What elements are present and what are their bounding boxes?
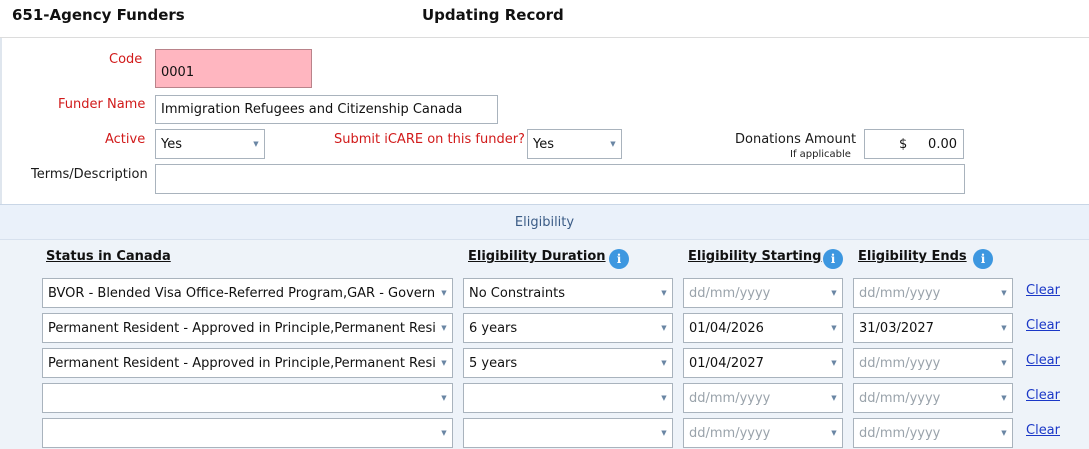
- date-placeholder: dd/mm/yyyy: [859, 390, 941, 406]
- row-5-clear-link[interactable]: Clear: [1026, 423, 1060, 438]
- row-3-clear-link[interactable]: Clear: [1026, 353, 1060, 368]
- chevron-down-icon[interactable]: ▼: [826, 279, 842, 307]
- submit-icare-select[interactable]: Yes ▼: [527, 129, 622, 159]
- row-4-starting-select[interactable]: dd/mm/yyyy ▼: [683, 383, 843, 413]
- chevron-down-icon[interactable]: ▼: [656, 349, 672, 377]
- date-placeholder: dd/mm/yyyy: [859, 425, 941, 441]
- info-icon[interactable]: i: [609, 249, 629, 269]
- date-placeholder: dd/mm/yyyy: [689, 285, 771, 301]
- date-placeholder: dd/mm/yyyy: [859, 285, 941, 301]
- row-4-status-select[interactable]: ▼: [42, 383, 453, 413]
- row-4-duration-select[interactable]: ▼: [463, 383, 673, 413]
- chevron-down-icon[interactable]: ▼: [996, 384, 1012, 412]
- row-2-ends-select[interactable]: 31/03/2027 ▼: [853, 313, 1013, 343]
- date-placeholder: dd/mm/yyyy: [689, 425, 771, 441]
- chevron-down-icon[interactable]: ▼: [656, 279, 672, 307]
- chevron-down-icon[interactable]: ▼: [826, 349, 842, 377]
- chevron-down-icon[interactable]: ▼: [826, 384, 842, 412]
- chevron-down-icon[interactable]: ▼: [656, 419, 672, 447]
- col-starting-header: Eligibility Starting: [688, 249, 822, 264]
- donations-amount-input[interactable]: $ 0.00: [864, 129, 964, 159]
- row-5-duration-select[interactable]: ▼: [463, 418, 673, 448]
- row-5-ends-select[interactable]: dd/mm/yyyy ▼: [853, 418, 1013, 448]
- row-3-duration-select[interactable]: 5 years ▼: [463, 348, 673, 378]
- row-3-starting-value: 01/04/2027: [689, 355, 764, 371]
- col-status-header: Status in Canada: [46, 249, 171, 264]
- row-2-clear-link[interactable]: Clear: [1026, 318, 1060, 333]
- submit-icare-label: Submit iCARE on this funder?: [334, 132, 525, 147]
- col-duration-header: Eligibility Duration: [468, 249, 606, 264]
- row-4-clear-link[interactable]: Clear: [1026, 388, 1060, 403]
- info-icon[interactable]: i: [823, 249, 843, 269]
- active-select[interactable]: Yes ▼: [155, 129, 265, 159]
- date-placeholder: dd/mm/yyyy: [689, 390, 771, 406]
- chevron-down-icon[interactable]: ▼: [436, 384, 452, 412]
- row-1-status-select[interactable]: BVOR - Blended Visa Office-Referred Prog…: [42, 278, 453, 308]
- donations-sublabel: If applicable: [790, 149, 851, 160]
- donations-label: Donations Amount: [735, 132, 857, 147]
- row-2-status-value: Permanent Resident - Approved in Princip…: [48, 320, 436, 336]
- row-2-duration-value: 6 years: [469, 320, 518, 336]
- terms-label: Terms/Description: [31, 167, 148, 182]
- chevron-down-icon[interactable]: ▼: [996, 349, 1012, 377]
- chevron-down-icon[interactable]: ▼: [996, 419, 1012, 447]
- info-icon[interactable]: i: [973, 249, 993, 269]
- row-5-status-select[interactable]: ▼: [42, 418, 453, 448]
- form-left-edge: [0, 38, 2, 204]
- eligibility-section-header: Eligibility: [0, 204, 1089, 240]
- funder-name-input[interactable]: Immigration Refugees and Citizenship Can…: [155, 95, 498, 124]
- donations-amount-value: 0.00: [928, 136, 957, 152]
- chevron-down-icon[interactable]: ▼: [826, 419, 842, 447]
- submit-icare-value: Yes: [533, 136, 554, 152]
- chevron-down-icon[interactable]: ▼: [656, 314, 672, 342]
- code-label: Code: [109, 52, 143, 67]
- row-4-ends-select[interactable]: dd/mm/yyyy ▼: [853, 383, 1013, 413]
- funder-name-label: Funder Name: [58, 97, 146, 112]
- screen-title: 651-Agency Funders: [12, 6, 185, 24]
- chevron-down-icon[interactable]: ▼: [656, 384, 672, 412]
- row-1-clear-link[interactable]: Clear: [1026, 283, 1060, 298]
- row-1-starting-select[interactable]: dd/mm/yyyy ▼: [683, 278, 843, 308]
- col-ends-header: Eligibility Ends: [858, 249, 967, 264]
- chevron-down-icon[interactable]: ▼: [605, 130, 621, 158]
- code-input[interactable]: 0001: [155, 49, 312, 88]
- row-3-starting-select[interactable]: 01/04/2027 ▼: [683, 348, 843, 378]
- funder-name-value: Immigration Refugees and Citizenship Can…: [161, 102, 463, 117]
- record-status: Updating Record: [422, 6, 564, 24]
- active-label: Active: [105, 132, 146, 147]
- row-5-starting-select[interactable]: dd/mm/yyyy ▼: [683, 418, 843, 448]
- row-1-duration-value: No Constraints: [469, 285, 565, 301]
- row-3-ends-select[interactable]: dd/mm/yyyy ▼: [853, 348, 1013, 378]
- chevron-down-icon[interactable]: ▼: [436, 419, 452, 447]
- chevron-down-icon[interactable]: ▼: [436, 314, 452, 342]
- header-divider: [0, 37, 1089, 38]
- date-placeholder: dd/mm/yyyy: [859, 355, 941, 371]
- row-1-duration-select[interactable]: No Constraints ▼: [463, 278, 673, 308]
- chevron-down-icon[interactable]: ▼: [826, 314, 842, 342]
- code-value: 0001: [161, 65, 195, 80]
- row-1-status-value: BVOR - Blended Visa Office-Referred Prog…: [48, 285, 436, 301]
- row-2-ends-value: 31/03/2027: [859, 320, 934, 336]
- row-2-status-select[interactable]: Permanent Resident - Approved in Princip…: [42, 313, 453, 343]
- active-value: Yes: [161, 136, 182, 152]
- chevron-down-icon[interactable]: ▼: [436, 349, 452, 377]
- row-3-status-select[interactable]: Permanent Resident - Approved in Princip…: [42, 348, 453, 378]
- row-2-starting-select[interactable]: 01/04/2026 ▼: [683, 313, 843, 343]
- row-1-ends-select[interactable]: dd/mm/yyyy ▼: [853, 278, 1013, 308]
- chevron-down-icon[interactable]: ▼: [996, 279, 1012, 307]
- row-2-starting-value: 01/04/2026: [689, 320, 764, 336]
- chevron-down-icon[interactable]: ▼: [248, 130, 264, 158]
- chevron-down-icon[interactable]: ▼: [996, 314, 1012, 342]
- eligibility-title: Eligibility: [514, 214, 575, 230]
- terms-input[interactable]: [155, 164, 965, 194]
- row-3-duration-value: 5 years: [469, 355, 518, 371]
- currency-symbol: $: [899, 136, 908, 152]
- row-2-duration-select[interactable]: 6 years ▼: [463, 313, 673, 343]
- row-3-status-value: Permanent Resident - Approved in Princip…: [48, 355, 436, 371]
- chevron-down-icon[interactable]: ▼: [436, 279, 452, 307]
